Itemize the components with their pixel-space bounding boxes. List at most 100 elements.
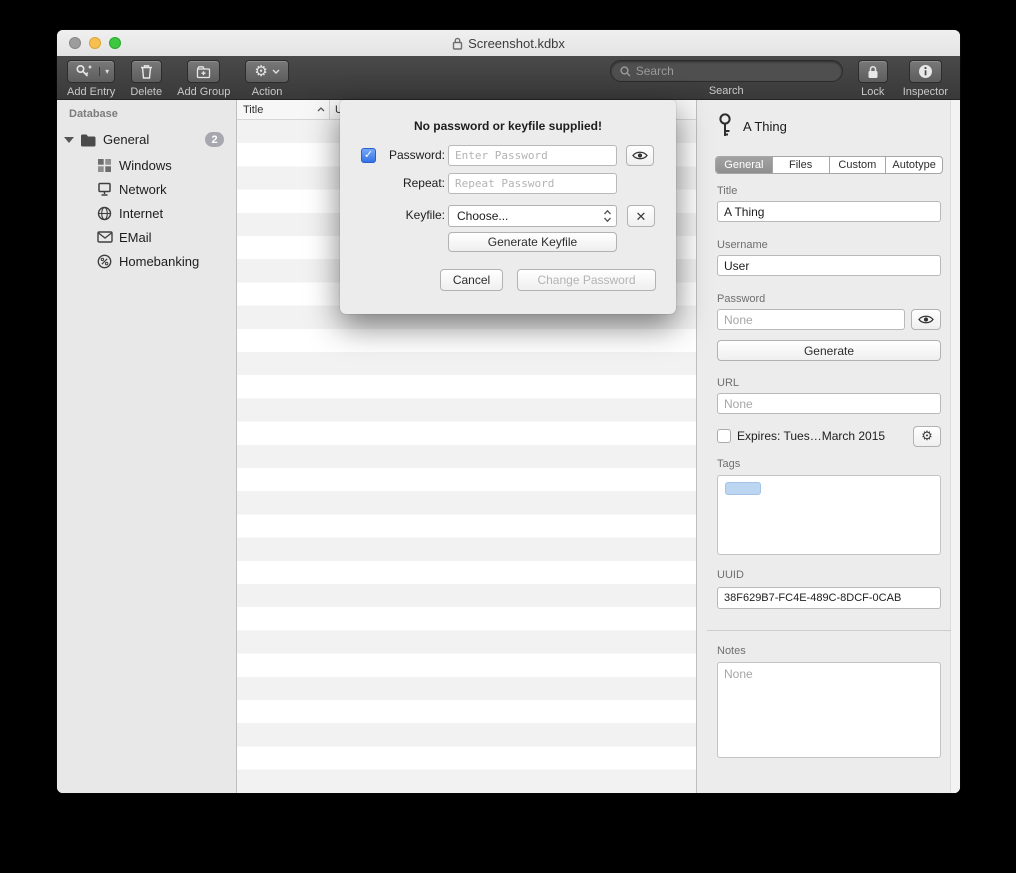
entry-header: A Thing [717, 113, 787, 139]
url-field-label: URL [717, 377, 739, 389]
tags-label: Tags [717, 458, 740, 470]
sidebar-group-general[interactable]: General 2 [57, 128, 236, 151]
network-icon [97, 182, 112, 197]
tab-general[interactable]: General [716, 157, 773, 173]
entry-title: A Thing [743, 119, 787, 134]
expires-row: Expires: Tues…March 2015 ⚙ [717, 425, 941, 447]
folder-plus-icon [196, 65, 211, 79]
uuid-field[interactable] [717, 587, 941, 609]
window-title: Screenshot.kdbx [468, 36, 565, 51]
search-icon [620, 66, 631, 77]
titlebar[interactable]: Screenshot.kdbx [57, 30, 960, 56]
sidebar-section-header: Database [69, 108, 118, 120]
inspector-scrollbar[interactable] [950, 100, 960, 793]
minimize-button[interactable] [89, 37, 101, 49]
expires-label: Expires: Tues…March 2015 [737, 429, 907, 443]
notes-field[interactable] [717, 662, 941, 758]
expires-checkbox[interactable] [717, 429, 731, 443]
cancel-button[interactable]: Cancel [440, 269, 503, 291]
title-field[interactable] [717, 201, 941, 222]
dialog-password-input[interactable] [448, 145, 617, 166]
sidebar-item-email[interactable]: EMail [57, 225, 236, 249]
add-group-label: Add Group [177, 86, 230, 98]
generate-password-button[interactable]: Generate [717, 340, 941, 361]
popup-stepper-icon [603, 209, 612, 223]
toolbar: ▾ Add Entry Delete [57, 56, 960, 100]
url-field[interactable] [717, 393, 941, 414]
trash-icon [140, 64, 153, 79]
sidebar-item-windows[interactable]: Windows [57, 153, 236, 177]
delete-button[interactable] [131, 60, 162, 83]
add-entry-button[interactable]: ▾ [67, 60, 115, 83]
sidebar-group-label: General [103, 132, 149, 147]
traffic-lights [69, 37, 121, 49]
change-password-dialog: No password or keyfile supplied! ✓ Passw… [340, 100, 676, 314]
key-icon [717, 113, 733, 139]
inspector-divider [707, 630, 951, 631]
checkmark-icon: ✓ [364, 149, 373, 161]
sidebar-item-internet[interactable]: Internet [57, 201, 236, 225]
action-button[interactable]: ⚙ [245, 60, 288, 83]
sidebar-item-label: Homebanking [119, 254, 199, 269]
add-entry-dropdown[interactable]: ▾ [99, 67, 114, 76]
password-checkbox[interactable]: ✓ [361, 148, 376, 163]
inspector-panel: A Thing General Files Custom Autotype Ti… [696, 100, 960, 793]
group-badge: 2 [205, 132, 224, 147]
lock-button[interactable] [858, 60, 888, 83]
tag-chip[interactable] [725, 482, 761, 495]
lock-label: Lock [861, 86, 884, 98]
app-window: Screenshot.kdbx ▾ Add Entry [57, 30, 960, 793]
uuid-label: UUID [717, 569, 744, 581]
inspector-label: Inspector [903, 86, 948, 98]
add-entry-label: Add Entry [67, 86, 115, 98]
folder-icon [80, 133, 97, 147]
username-field[interactable] [717, 255, 941, 276]
keyfile-popup-value: Choose... [457, 209, 508, 223]
chevron-down-icon [272, 69, 280, 74]
add-group-button[interactable] [187, 60, 220, 83]
disclosure-triangle-icon[interactable] [64, 137, 74, 143]
change-password-button[interactable]: Change Password [517, 269, 656, 291]
notes-label: Notes [717, 645, 746, 657]
delete-label: Delete [130, 86, 162, 98]
inspector-tabs: General Files Custom Autotype [715, 156, 943, 174]
tab-custom[interactable]: Custom [830, 157, 887, 173]
password-field-label: Password [717, 293, 765, 305]
column-header-title[interactable]: Title [237, 100, 330, 119]
reveal-password-button[interactable] [911, 309, 941, 330]
dialog-message: No password or keyfile supplied! [340, 119, 676, 133]
clear-keyfile-button[interactable]: ✕ [627, 205, 655, 227]
sidebar-item-homebanking[interactable]: Homebanking [57, 249, 236, 273]
tab-autotype[interactable]: Autotype [886, 157, 942, 173]
sidebar-item-label: Windows [119, 158, 172, 173]
search-field[interactable] [610, 60, 843, 82]
expires-settings-button[interactable]: ⚙ [913, 426, 941, 447]
sidebar-item-network[interactable]: Network [57, 177, 236, 201]
sort-ascending-icon [317, 107, 325, 112]
info-icon [918, 64, 933, 79]
globe-icon [97, 206, 112, 221]
tags-box[interactable] [717, 475, 941, 555]
sidebar-item-label: Internet [119, 206, 163, 221]
generate-keyfile-button[interactable]: Generate Keyfile [448, 232, 617, 252]
dialog-password-label: Password: [376, 145, 445, 166]
gear-icon: ⚙ [254, 64, 267, 79]
inspector-button[interactable] [909, 60, 942, 83]
dialog-repeat-input[interactable] [448, 173, 617, 194]
title-field-label: Title [717, 185, 737, 197]
close-button[interactable] [69, 37, 81, 49]
zoom-button[interactable] [109, 37, 121, 49]
search-label: Search [709, 85, 744, 97]
password-field[interactable] [717, 309, 905, 330]
dialog-reveal-password-button[interactable] [626, 145, 654, 166]
document-lock-icon [452, 37, 463, 50]
gear-icon: ⚙ [921, 428, 933, 444]
window-title-row: Screenshot.kdbx [57, 30, 960, 56]
sidebar-item-label: Network [119, 182, 167, 197]
windows-icon [97, 158, 112, 173]
keyfile-popup[interactable]: Choose... [448, 205, 617, 227]
sidebar-item-label: EMail [119, 230, 152, 245]
eye-icon [918, 314, 934, 325]
search-input[interactable] [636, 64, 833, 78]
tab-files[interactable]: Files [773, 157, 830, 173]
